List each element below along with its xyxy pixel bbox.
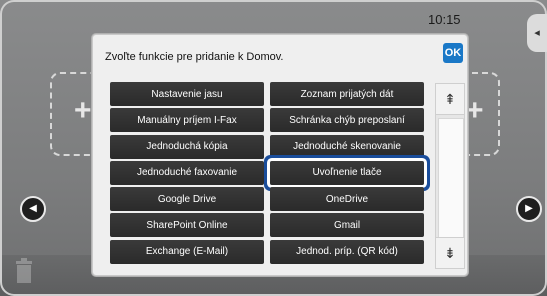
function-button[interactable]: Gmail <box>270 213 424 238</box>
add-functions-dialog: Zvoľte funkcie pre pridanie k Domov. OK … <box>92 34 468 276</box>
scrollbar[interactable]: ⇞ ⇟ <box>435 83 465 269</box>
function-button[interactable]: Jednod. príp. (QR kód) <box>270 239 424 264</box>
scroll-thumb[interactable] <box>438 118 464 238</box>
double-chevron-up-icon[interactable]: ⇞ <box>436 84 464 115</box>
function-button[interactable]: Jednoduché faxovanie <box>110 160 264 185</box>
function-row: Nastavenie jasu Zoznam prijatých dát <box>110 81 426 107</box>
function-button[interactable]: OneDrive <box>270 187 424 212</box>
function-row: Jednoduchá kópia Jednoduché skenovanie <box>110 134 426 160</box>
function-button[interactable]: Manuálny príjem I-Fax <box>110 108 264 133</box>
side-panel-tab[interactable]: ◂ <box>527 14 547 52</box>
function-row: Manuálny príjem I-Fax Schránka chýb prep… <box>110 107 426 133</box>
function-button[interactable]: Jednoduché skenovanie <box>270 134 424 159</box>
function-button[interactable]: Exchange (E-Mail) <box>110 239 264 264</box>
function-button[interactable]: Nastavenie jasu <box>110 82 264 106</box>
function-row: Jednoduché faxovanie Uvoľnenie tlače <box>110 160 426 186</box>
function-row: Exchange (E-Mail) Jednod. príp. (QR kód) <box>110 239 426 265</box>
function-row: Google Drive OneDrive <box>110 186 426 212</box>
function-button[interactable]: SharePoint Online <box>110 213 264 238</box>
function-row: SharePoint Online Gmail <box>110 212 426 238</box>
ok-button[interactable]: OK <box>443 43 463 63</box>
plus-icon: + <box>74 94 92 127</box>
arrow-left-icon[interactable]: ◀ <box>20 196 46 222</box>
function-button-selected[interactable]: Uvoľnenie tlače <box>270 160 424 185</box>
plus-icon: + <box>466 94 484 127</box>
trash-icon[interactable] <box>14 258 34 284</box>
function-grid: Nastavenie jasu Zoznam prijatých dát Man… <box>110 81 426 265</box>
clock: 10:15 <box>428 12 461 27</box>
arrow-right-icon[interactable]: ▶ <box>516 196 542 222</box>
function-button[interactable]: Google Drive <box>110 187 264 212</box>
function-button[interactable]: Schránka chýb preposlaní <box>270 108 424 133</box>
function-button[interactable]: Jednoduchá kópia <box>110 134 264 159</box>
dialog-title: Zvoľte funkcie pre pridanie k Domov. <box>105 51 284 63</box>
function-button[interactable]: Zoznam prijatých dát <box>270 82 424 106</box>
double-chevron-down-icon[interactable]: ⇟ <box>436 237 464 268</box>
